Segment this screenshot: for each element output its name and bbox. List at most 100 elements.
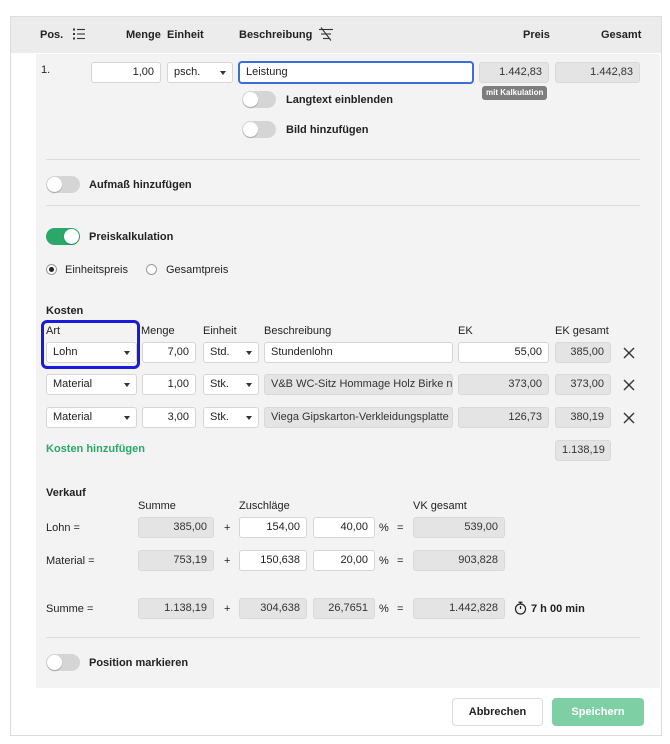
- kosten-einheit-value: Std.: [210, 346, 230, 358]
- save-button[interactable]: Speichern: [552, 698, 644, 726]
- kosten-ek-readonly: 373,00: [458, 374, 549, 395]
- kosten-hinzufuegen-link[interactable]: Kosten hinzufügen: [46, 443, 145, 455]
- chevron-down-icon: [246, 383, 252, 387]
- position-einheit-select[interactable]: psch.: [167, 62, 233, 83]
- percent-sign: %: [379, 555, 389, 567]
- chevron-down-icon: [124, 416, 130, 420]
- divider: [46, 637, 640, 638]
- kosten-ek-gesamt: 380,19: [555, 407, 611, 428]
- langtext-label: Langtext einblenden: [286, 94, 393, 106]
- col-ek: EK: [458, 325, 473, 337]
- kosten-menge-input[interactable]: 1,00: [142, 374, 196, 395]
- radio-gesamtpreis[interactable]: [146, 264, 157, 275]
- col-beschreibung: Beschreibung: [264, 325, 332, 337]
- plus-sign: +: [224, 555, 231, 567]
- radio-einheitspreis-label: Einheitspreis: [65, 264, 128, 276]
- lohn-zuschlag-input[interactable]: 154,00: [239, 517, 307, 538]
- time-estimate: 7 h 00 min: [531, 603, 585, 615]
- kosten-einheit-select[interactable]: Stk.: [203, 407, 259, 428]
- kosten-einheit-value: Stk.: [210, 378, 229, 390]
- kosten-art-select[interactable]: Material: [46, 407, 137, 428]
- kosten-ek-gesamt: 385,00: [555, 342, 611, 363]
- kosten-menge-input[interactable]: 3,00: [142, 407, 196, 428]
- chevron-down-icon: [220, 71, 226, 75]
- preiskalkulation-toggle[interactable]: [46, 228, 80, 245]
- header-gesamt: Gesamt: [601, 29, 642, 41]
- sort-list-icon[interactable]: [72, 27, 86, 41]
- kosten-title: Kosten: [46, 305, 84, 317]
- kosten-einheit-select[interactable]: Std.: [203, 342, 259, 363]
- col-vk-gesamt: VK gesamt: [413, 500, 467, 512]
- col-summe: Summe: [138, 500, 176, 512]
- toggle-knob: [243, 92, 258, 107]
- position-menge-input[interactable]: 1,00: [91, 62, 161, 83]
- plus-sign: +: [224, 522, 231, 534]
- header-menge: Menge: [126, 29, 161, 41]
- markieren-label: Position markieren: [89, 657, 189, 669]
- summe-zuschlag: 304,638: [239, 598, 307, 619]
- kosten-art-select[interactable]: Material: [46, 374, 137, 395]
- langtext-toggle[interactable]: [242, 91, 276, 108]
- summe-summe: 1.138,19: [138, 598, 214, 619]
- chevron-down-icon: [246, 351, 252, 355]
- kosten-ek-input[interactable]: 55,00: [458, 342, 549, 363]
- summe-vk: 1.442,828: [413, 598, 505, 619]
- kosten-beschreibung-readonly: Viega Gipskarton-Verkleidungsplatte Eco: [264, 407, 453, 428]
- lohn-vk: 539,00: [413, 517, 505, 538]
- divider: [46, 159, 640, 160]
- position-number: 1.: [41, 64, 51, 76]
- kosten-einheit-select[interactable]: Stk.: [203, 374, 259, 395]
- kalkulation-badge: mit Kalkulation: [482, 86, 548, 100]
- position-preis: 1.442,83: [479, 62, 549, 83]
- kosten-art-value: Material: [53, 378, 93, 390]
- header-preis: Preis: [523, 29, 550, 41]
- preiskalkulation-label: Preiskalkulation: [89, 231, 174, 243]
- kosten-beschreibung-input[interactable]: Stundenlohn: [264, 342, 453, 363]
- stopwatch-icon: [514, 601, 527, 615]
- material-zuschlag-input[interactable]: 150,638: [239, 550, 307, 571]
- cancel-button[interactable]: Abbrechen: [452, 698, 543, 726]
- equals-sign: =: [397, 522, 404, 534]
- aufmass-label: Aufmaß hinzufügen: [89, 179, 192, 191]
- col-menge: Menge: [141, 325, 175, 337]
- header-pos: Pos.: [40, 29, 64, 41]
- kosten-einheit-value: Stk.: [210, 411, 229, 423]
- close-icon[interactable]: [623, 379, 635, 391]
- toggle-knob: [243, 122, 258, 137]
- summe-prozent: 26,7651: [313, 598, 375, 619]
- header-beschreibung: Beschreibung: [239, 29, 313, 41]
- close-icon[interactable]: [623, 412, 635, 424]
- lohn-label: Lohn =: [46, 522, 80, 534]
- chevron-down-icon: [246, 416, 252, 420]
- markieren-toggle[interactable]: [46, 654, 80, 671]
- material-label: Material =: [46, 555, 95, 567]
- position-gesamt: 1.442,83: [555, 62, 640, 83]
- kosten-ek-readonly: 126,73: [458, 407, 549, 428]
- material-vk: 903,828: [413, 550, 505, 571]
- position-einheit-value: psch.: [174, 66, 201, 78]
- kosten-menge-input[interactable]: 7,00: [142, 342, 196, 363]
- percent-sign: %: [379, 522, 389, 534]
- lohn-summe: 385,00: [138, 517, 214, 538]
- table-header: [11, 17, 661, 53]
- kosten-beschreibung-readonly: V&B WC-Sitz Hommage Holz Birke natur: [264, 374, 453, 395]
- summe-label: Summe =: [46, 603, 94, 615]
- toggle-knob: [47, 177, 62, 192]
- material-prozent-input[interactable]: 20,00: [313, 550, 375, 571]
- text-format-clear-icon[interactable]: [318, 27, 334, 41]
- close-icon[interactable]: [623, 347, 635, 359]
- equals-sign: =: [397, 603, 404, 615]
- divider: [46, 205, 640, 206]
- plus-sign: +: [224, 603, 231, 615]
- position-beschreibung-input[interactable]: Leistung: [239, 62, 473, 83]
- lohn-prozent-input[interactable]: 40,00: [313, 517, 375, 538]
- aufmass-toggle[interactable]: [46, 176, 80, 193]
- chevron-down-icon: [124, 383, 130, 387]
- highlight-box: [41, 320, 140, 369]
- bild-toggle[interactable]: [242, 121, 276, 138]
- radio-einheitspreis[interactable]: [46, 264, 57, 275]
- header-einheit: Einheit: [167, 29, 204, 41]
- col-einheit: Einheit: [203, 325, 237, 337]
- kosten-total: 1.138,19: [555, 440, 611, 461]
- radio-gesamtpreis-label: Gesamtpreis: [166, 264, 229, 276]
